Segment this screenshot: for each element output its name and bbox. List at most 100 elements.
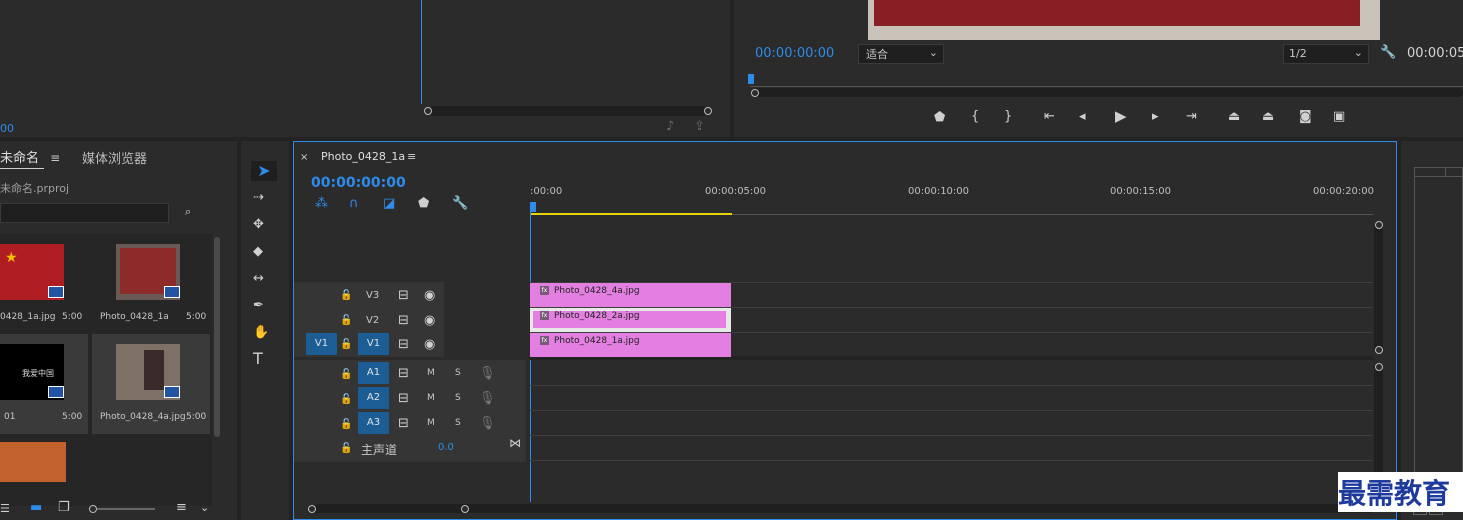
add-marker-icon[interactable]: ⬟ — [934, 111, 945, 125]
program-timecode[interactable]: 00:00:00:00 — [755, 46, 834, 61]
export-frame-icon[interactable]: ⇪ — [694, 120, 705, 134]
slip-tool-icon[interactable]: ↔ — [253, 272, 264, 286]
insert-icon[interactable]: ♪ — [666, 120, 674, 134]
program-zoom-bar[interactable] — [753, 88, 1463, 97]
lock-icon[interactable]: 🔓 — [340, 289, 352, 303]
type-tool-icon[interactable]: T — [253, 351, 263, 367]
microphone-icon[interactable]: 🎙 — [479, 367, 496, 381]
track-target-a3[interactable]: A3 — [358, 412, 389, 434]
timeline-zoom-bar[interactable] — [314, 504, 1374, 513]
panel-menu-icon[interactable]: ≡ — [407, 150, 416, 164]
program-playhead-marker[interactable] — [748, 74, 754, 84]
new-search-bin-icon[interactable]: ⌕ — [185, 205, 191, 219]
list-view-icon[interactable]: ☰ — [0, 502, 10, 516]
project-scrollbar[interactable] — [214, 237, 220, 437]
source-zoom-bar[interactable] — [428, 106, 708, 116]
track-target-v1[interactable]: V1 — [358, 333, 389, 355]
extract-icon[interactable]: ⏏ — [1262, 110, 1274, 124]
close-icon[interactable]: × — [300, 151, 308, 165]
lift-icon[interactable]: ⏏ — [1228, 110, 1240, 124]
wrench-icon[interactable]: 🔧 — [452, 197, 468, 211]
icon-view-icon[interactable]: ▬ — [30, 501, 42, 515]
tab-media-browser[interactable]: 媒体浏览器 — [82, 148, 147, 167]
video-scroll-handle-top[interactable] — [1375, 221, 1383, 229]
clip-v2[interactable]: fx Photo_0428_2a.jpg — [530, 308, 731, 332]
play-icon[interactable]: ▶ — [1115, 109, 1127, 124]
video-tracks-scrollbar[interactable] — [1374, 224, 1383, 352]
add-marker-icon[interactable]: ⬟ — [418, 197, 429, 211]
sequence-tab[interactable]: Photo_0428_1a — [321, 150, 405, 163]
ripple-edit-tool-icon[interactable]: ✥ — [253, 218, 264, 232]
eye-icon[interactable]: ◉ — [424, 314, 435, 328]
selection-tool-icon[interactable]: ➤ — [251, 161, 277, 181]
source-timecode[interactable]: 00 — [0, 122, 14, 135]
list-item[interactable]: ★ 0428_1a.jpg 5:00 — [0, 234, 88, 334]
sync-lock-icon[interactable]: ⊟ — [398, 338, 409, 352]
fit-select[interactable]: 适合 ⌄ — [858, 44, 944, 64]
camera-icon[interactable]: ◙ — [1299, 110, 1312, 124]
quality-select[interactable]: 1/2 ⌄ — [1283, 44, 1369, 64]
mute-button[interactable]: M — [427, 418, 435, 428]
sync-lock-icon[interactable]: ⊟ — [398, 289, 409, 303]
track-target-a1[interactable]: A1 — [358, 362, 389, 384]
microphone-icon[interactable]: 🎙 — [479, 417, 496, 431]
step-back-icon[interactable]: ◂ — [1079, 110, 1086, 124]
list-item[interactable]: Photo_0428_1a 5:00 — [92, 234, 210, 334]
timeline-timecode[interactable]: 00:00:00:00 — [311, 175, 406, 191]
solo-button[interactable]: S — [455, 368, 461, 378]
go-to-end-icon[interactable]: ⋈ — [509, 436, 521, 450]
freeform-view-icon[interactable]: ❐ — [58, 501, 70, 515]
snap-icon[interactable]: ∩ — [349, 197, 359, 211]
comparison-view-icon[interactable]: ▣ — [1333, 110, 1345, 124]
step-forward-icon[interactable]: ▸ — [1152, 110, 1159, 124]
source-patch-v1[interactable]: V1 — [306, 333, 337, 355]
eye-icon[interactable]: ◉ — [424, 338, 435, 352]
track-select-tool-icon[interactable]: ⇢ — [253, 191, 264, 205]
list-item[interactable]: Photo_0428_4a.jpg 5:00 — [92, 334, 210, 434]
timeline-zoom-handle-left[interactable] — [308, 505, 316, 513]
source-zoom-handle-left[interactable] — [424, 107, 432, 115]
eye-icon[interactable]: ◉ — [424, 289, 435, 303]
master-volume-value[interactable]: 0.0 — [438, 442, 454, 453]
nest-icon[interactable]: ⁂ — [315, 197, 328, 211]
mark-out-icon[interactable]: } — [1004, 110, 1012, 124]
zoom-slider-track[interactable] — [97, 508, 155, 510]
sort-icon[interactable]: ≡ — [176, 501, 187, 515]
chevron-down-icon[interactable]: ⌄ — [200, 501, 209, 515]
mute-button[interactable]: M — [427, 368, 435, 378]
source-zoom-handle-right[interactable] — [704, 107, 712, 115]
video-scroll-handle-bottom[interactable] — [1375, 346, 1383, 354]
sync-lock-icon[interactable]: ⊟ — [398, 367, 409, 381]
sync-lock-icon[interactable]: ⊟ — [398, 314, 409, 328]
solo-button[interactable]: S — [455, 393, 461, 403]
lock-icon[interactable]: 🔓 — [340, 418, 352, 432]
panel-menu-icon[interactable]: ≡ — [50, 151, 60, 165]
timeline-zoom-handle-right[interactable] — [461, 505, 469, 513]
audio-scroll-handle-top[interactable] — [1375, 363, 1383, 371]
tab-project[interactable]: 未命名 ≡ — [0, 147, 60, 166]
program-zoom-handle[interactable] — [751, 89, 759, 97]
lock-icon[interactable]: 🔓 — [340, 314, 352, 328]
timeline-playhead-marker[interactable] — [530, 202, 536, 212]
zoom-slider-handle[interactable] — [89, 505, 97, 513]
solo-button[interactable]: S — [455, 418, 461, 428]
wrench-icon[interactable]: 🔧 — [1380, 46, 1396, 60]
mark-in-icon[interactable]: { — [971, 110, 979, 124]
lock-icon[interactable]: 🔓 — [340, 393, 352, 407]
sync-lock-icon[interactable]: ⊟ — [398, 417, 409, 431]
project-search-input[interactable] — [0, 203, 169, 223]
lock-icon[interactable]: 🔓 — [340, 368, 352, 382]
microphone-icon[interactable]: 🎙 — [479, 392, 496, 406]
linked-selection-icon[interactable]: ◪ — [383, 197, 395, 211]
sync-lock-icon[interactable]: ⊟ — [398, 392, 409, 406]
list-item[interactable]: 我爱中国 01 5:00 — [0, 334, 88, 434]
pen-tool-icon[interactable]: ✒ — [253, 299, 264, 313]
go-to-out-icon[interactable]: ⇥ — [1186, 110, 1197, 124]
go-to-in-icon[interactable]: ⇤ — [1044, 110, 1055, 124]
lock-icon[interactable]: 🔓 — [340, 338, 352, 352]
razor-tool-icon[interactable]: ◆ — [253, 245, 263, 259]
work-area-bar[interactable] — [530, 213, 732, 215]
hand-tool-icon[interactable]: ✋ — [253, 326, 269, 340]
lock-icon[interactable]: 🔓 — [340, 442, 352, 456]
track-target-a2[interactable]: A2 — [358, 387, 389, 409]
